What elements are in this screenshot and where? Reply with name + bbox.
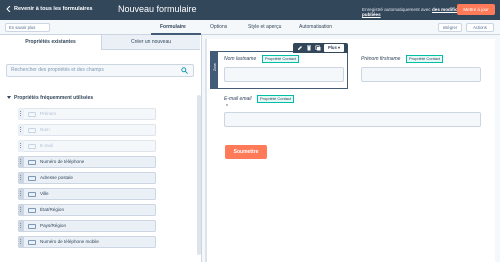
drag-handle-icon[interactable] [18,220,24,232]
more-label: Plus [327,45,337,50]
property-item-phone[interactable]: Numéro de téléphone [18,156,156,168]
more-dropdown[interactable]: Plus ▾ [324,44,344,52]
submit-button[interactable]: Soumettre [225,145,267,159]
property-label: Numéro de téléphone mobile [40,239,99,244]
property-item-email: E-mail [18,140,156,152]
selected-field-strip[interactable]: Zone [210,51,218,89]
text-field-icon [28,192,36,197]
field-label-firstname: Prénom firstname [361,56,401,62]
search-placeholder: Rechercher des propriétés et des champs [11,67,104,73]
tab-bar: En savoir plus Formulaire Options Style … [0,20,500,35]
tab-create-new[interactable]: Créer un nouveau [101,35,200,50]
field-toolbar: Plus ▾ [293,43,348,53]
drag-handle-icon [18,140,24,152]
firstname-input[interactable] [361,67,481,82]
embed-button[interactable]: Intégrer [438,23,462,32]
delete-icon[interactable] [306,45,312,51]
property-label: E-mail [40,143,54,148]
property-label: Nom [40,127,50,132]
drag-handle-icon [18,108,24,120]
chevron-left-icon [6,6,11,12]
property-label: Numéro de téléphone [40,159,85,164]
email-input[interactable] [224,112,481,127]
text-field-icon [28,160,36,165]
field-label-lastname: Nom lastname [224,56,257,62]
tab-options[interactable]: Options [210,24,227,30]
property-item-address[interactable]: Adresse postale [18,172,156,184]
drag-handle-icon[interactable] [18,188,24,200]
text-field-icon [28,112,36,117]
strip-label: Zone [212,63,217,71]
panel-scrollbar[interactable] [197,95,201,255]
property-label: Prénom [40,111,57,116]
edit-icon[interactable] [297,45,303,51]
property-label: Ville [40,191,49,196]
lastname-input[interactable] [224,67,344,82]
text-field-icon [28,240,36,245]
property-label: État/Région [40,207,65,212]
properties-panel: Propriétés existantes Créer un nouveau R… [0,35,202,262]
property-item-state[interactable]: État/Région [18,204,156,216]
tab-style-preview[interactable]: Style et aperçu [248,24,281,30]
tab-form[interactable]: Formulaire [160,24,186,30]
property-item-country[interactable]: Pays/Région [18,220,156,232]
property-item-city[interactable]: Ville [18,188,156,200]
drag-handle-icon[interactable] [18,204,24,216]
property-item-firstname: Prénom [18,108,156,120]
tab-automation[interactable]: Automatisation [299,24,332,30]
learn-more-label: En savoir plus [9,25,36,30]
caret-down-icon [7,96,11,100]
top-bar: Revenir à tous les formulaires Nouveau f… [0,0,500,20]
search-icon[interactable] [181,67,188,74]
back-link-label: Revenir à tous les formulaires [14,6,93,12]
back-link[interactable]: Revenir à tous les formulaires [6,6,93,12]
required-mark: * [226,104,228,110]
contact-property-badge: Propriété Contact [257,95,295,103]
property-item-mobile[interactable]: Numéro de téléphone mobile [18,236,156,248]
page-title: Nouveau formulaire [118,4,197,14]
tab-existing-properties[interactable]: Propriétés existantes [0,35,101,50]
clone-icon[interactable] [315,45,321,51]
text-field-icon [28,176,36,181]
section-frequent-properties[interactable]: Propriétés fréquemment utilisées [7,95,93,101]
text-field-icon [28,144,36,149]
contact-property-badge: Propriété Contact [406,55,444,63]
drag-handle-icon [18,124,24,136]
contact-property-badge: Propriété Contact [262,55,300,63]
property-label: Pays/Région [40,223,67,228]
field-label-email: E-mail email [224,96,252,102]
publish-button[interactable]: Mettre à jour [457,4,495,15]
text-field-icon [28,208,36,213]
property-search-input[interactable]: Rechercher des propriétés et des champs [6,64,194,77]
property-item-lastname: Nom [18,124,156,136]
text-field-icon [28,224,36,229]
drag-handle-icon[interactable] [18,236,24,248]
drag-handle-icon[interactable] [18,172,24,184]
property-label: Adresse postale [40,175,73,180]
drag-handle-icon[interactable] [18,156,24,168]
section-title: Propriétés fréquemment utilisées [14,95,94,101]
text-field-icon [28,128,36,133]
learn-more-dropdown[interactable]: En savoir plus [5,23,50,32]
actions-dropdown[interactable]: Actions [466,23,494,32]
